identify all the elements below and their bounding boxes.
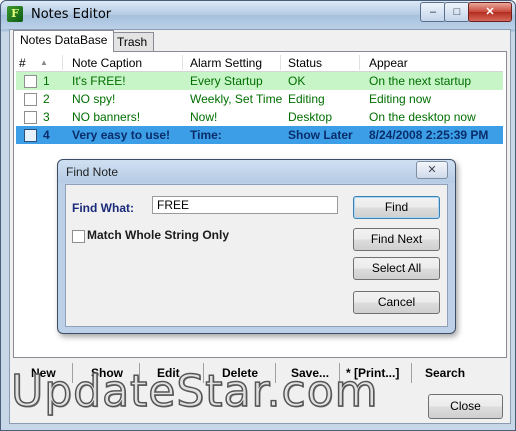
match-whole-string-checkbox[interactable] [72,230,85,243]
table-row[interactable]: 2 NO spy! Weekly, Set Time Editing Editi… [16,90,503,108]
delete-button[interactable]: Delete [222,366,258,380]
column-header-status[interactable]: Status [288,56,322,70]
row-status: Desktop [288,110,333,124]
dialog-body: Find What: FREE Match Whole String Only … [65,184,448,327]
save-button[interactable]: Save... [291,366,329,380]
grid-header: # ▲ Note Caption Alarm Setting Status Ap… [16,54,503,72]
tab-notes-database[interactable]: Notes DataBase [13,30,115,52]
row-alarm: Time: [190,128,222,142]
row-caption: Very easy to use! [72,128,171,142]
new-button[interactable]: New [31,366,56,380]
row-number: 4 [43,128,50,142]
row-status: Editing [288,92,325,106]
table-row[interactable]: 1 It's FREE! Every Startup OK On the nex… [16,72,503,90]
toolbar-separator [203,363,204,383]
title-bar[interactable]: F Notes Editor – □ ✕ [1,1,515,29]
toolbar-separator [339,363,340,383]
row-status: Show Later [288,128,353,142]
notes-app-icon: F [7,6,23,22]
bottom-toolbar: New Show Edit Delete Save... * [Print...… [9,361,509,385]
dialog-close-icon[interactable]: ✕ [416,161,448,179]
row-checkbox[interactable] [24,111,37,124]
row-number: 2 [43,92,50,106]
match-whole-string-label[interactable]: Match Whole String Only [87,228,229,242]
toolbar-separator [275,363,276,383]
column-divider [359,55,360,70]
select-all-button[interactable]: Select All [353,257,440,280]
row-number: 3 [43,110,50,124]
close-window-button[interactable]: ✕ [468,2,512,22]
cancel-button[interactable]: Cancel [353,291,440,314]
row-appear: On the next startup [369,74,472,88]
row-alarm: Weekly, Set Time [190,92,283,106]
row-number: 1 [43,74,50,88]
toolbar-separator [72,363,73,383]
minimize-button[interactable]: – [420,2,446,22]
window-title: Notes Editor [31,7,112,22]
search-button[interactable]: Search [425,366,465,380]
toolbar-separator [411,363,412,383]
row-checkbox[interactable] [24,75,37,88]
find-note-dialog: Find Note ✕ Find What: FREE Match Whole … [57,159,456,334]
sort-arrow-icon: ▲ [40,58,48,67]
tab-trash[interactable]: Trash [110,32,155,52]
edit-button[interactable]: Edit [157,366,180,380]
column-divider [280,55,281,70]
row-checkbox[interactable] [24,93,37,106]
find-what-label: Find What: [72,201,134,215]
row-status: OK [288,74,306,88]
column-divider [182,55,183,70]
row-checkbox[interactable] [24,129,37,142]
close-button[interactable]: Close [428,394,503,419]
find-what-input[interactable]: FREE [152,196,338,214]
dialog-title: Find Note [66,165,119,179]
row-caption: NO spy! [72,92,116,106]
toolbar-separator [139,363,140,383]
row-appear: 8/24/2008 2:25:39 PM [369,128,489,142]
row-appear: On the desktop now [369,110,476,124]
column-header-number[interactable]: # [19,56,26,70]
row-caption: NO banners! [72,110,141,124]
find-next-button[interactable]: Find Next [353,228,440,251]
row-alarm: Every Startup [190,74,263,88]
row-caption: It's FREE! [72,74,126,88]
maximize-button[interactable]: □ [444,2,470,22]
row-appear: Editing now [369,92,432,106]
row-alarm: Now! [190,110,218,124]
table-row[interactable]: 3 NO banners! Now! Desktop On the deskto… [16,108,503,126]
table-row-selected[interactable]: 4 Very easy to use! Time: Show Later 8/2… [16,126,503,144]
column-header-appear[interactable]: Appear [369,56,408,70]
notes-grid: # ▲ Note Caption Alarm Setting Status Ap… [16,54,503,144]
find-button[interactable]: Find [353,196,440,219]
column-header-caption[interactable]: Note Caption [72,56,142,70]
column-divider [62,55,63,70]
column-header-alarm[interactable]: Alarm Setting [190,56,262,70]
show-button[interactable]: Show [91,366,123,380]
print-button[interactable]: * [Print...] [346,366,399,380]
